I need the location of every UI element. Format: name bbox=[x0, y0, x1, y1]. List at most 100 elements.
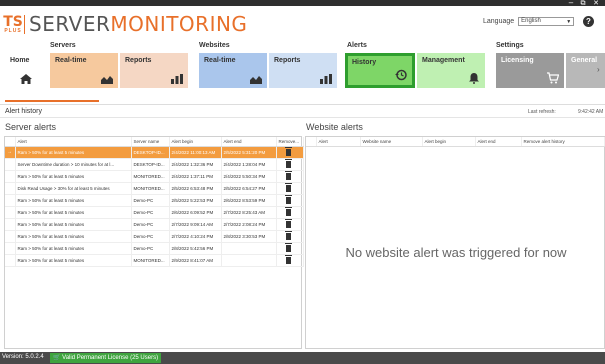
table-header: Alert Server name Alert begin Alert end … bbox=[5, 137, 304, 147]
language-selector: Language English ▼ bbox=[483, 17, 575, 26]
chevron-right-icon[interactable]: › bbox=[597, 65, 600, 74]
column-header[interactable]: Remove... bbox=[276, 137, 304, 147]
trash-icon[interactable] bbox=[284, 170, 292, 180]
license-badge[interactable]: 🛒 Valid Permanent License (25 Users) bbox=[50, 353, 162, 363]
cell-alert: Disk Read Usage > 30% for at least 5 min… bbox=[15, 182, 132, 195]
window-titlebar bbox=[0, 0, 605, 6]
trash-icon[interactable] bbox=[284, 242, 292, 252]
cart-icon bbox=[547, 72, 559, 84]
column-header[interactable] bbox=[5, 137, 16, 147]
cell-server: Demo-PC bbox=[131, 242, 170, 255]
trash-icon[interactable] bbox=[284, 146, 292, 156]
cell-begin: 2/6/2022 6:09:52 PM bbox=[169, 206, 222, 219]
group-websites: Websites bbox=[199, 42, 230, 49]
tile-website-realtime[interactable]: Real-time bbox=[199, 53, 267, 88]
cell-alert: Ram > 50% for at least 5 minutes bbox=[15, 218, 132, 231]
group-alerts: Alerts bbox=[347, 42, 367, 49]
cell-server: Demo-PC bbox=[131, 194, 170, 207]
table-row[interactable]: Ram > 50% for at least 5 minutes MONITOR… bbox=[5, 254, 304, 267]
remove-cell bbox=[276, 182, 304, 195]
column-header[interactable]: Alert end bbox=[221, 137, 277, 147]
empty-state-message: No website alert was triggered for now bbox=[345, 244, 567, 260]
tile-licensing[interactable]: Licensing bbox=[496, 53, 564, 88]
cart-icon: 🛒 bbox=[53, 355, 63, 361]
cell-alert: Ram > 50% for at least 5 minutes bbox=[15, 242, 132, 255]
column-header[interactable]: Server name bbox=[131, 137, 170, 147]
trash-icon[interactable] bbox=[284, 206, 292, 216]
restore-button[interactable]: ⧉ bbox=[578, 0, 588, 7]
cell-begin: 2/7/2022 9:09:14 AM bbox=[169, 218, 222, 231]
trash-icon[interactable] bbox=[284, 194, 292, 204]
cell-end: 2/8/2022 3:30:53 PM bbox=[221, 230, 277, 243]
remove-cell bbox=[276, 242, 304, 255]
table-row[interactable]: Ram > 50% for at least 5 minutes Demo-PC… bbox=[5, 230, 304, 243]
tile-home[interactable]: Home bbox=[5, 53, 36, 88]
cell-alert: Server Downtime duration > 10 minutes fo… bbox=[15, 158, 132, 171]
remove-cell bbox=[276, 170, 304, 183]
cell-alert: Ram > 50% for at least 5 minutes bbox=[15, 194, 132, 207]
cell-alert: Ram > 50% for at least 5 minutes bbox=[15, 254, 132, 267]
trash-icon[interactable] bbox=[284, 182, 292, 192]
trash-icon[interactable] bbox=[284, 218, 292, 228]
tile-website-reports[interactable]: Reports bbox=[269, 53, 337, 88]
app-name: SERVERMONITORING bbox=[29, 12, 248, 36]
cell-alert: Ram > 50% for at least 5 minutes bbox=[15, 170, 132, 183]
realtime-chart-icon bbox=[101, 76, 113, 84]
table-row[interactable]: Ram > 50% for at least 5 minutes MONITOR… bbox=[5, 170, 304, 183]
group-settings: Settings bbox=[496, 42, 524, 49]
cell-end: 2/4/2022 5:50:34 PM bbox=[221, 170, 277, 183]
close-button[interactable]: ✕ bbox=[591, 0, 601, 7]
cell-alert: Ram > 50% for at least 5 minutes bbox=[15, 230, 132, 243]
tile-alert-management[interactable]: Management bbox=[417, 53, 485, 88]
cell-server: DESKTOP-ID... bbox=[131, 158, 170, 171]
language-dropdown[interactable]: English ▼ bbox=[518, 17, 575, 26]
remove-cell bbox=[276, 206, 304, 219]
minimize-button[interactable]: − bbox=[566, 0, 576, 7]
cell-server: MONITORED... bbox=[131, 170, 170, 183]
tile-server-realtime[interactable]: Real-time bbox=[50, 53, 118, 88]
home-icon bbox=[20, 74, 32, 84]
cell-server: Demo-PC bbox=[131, 230, 170, 243]
row-indicator-icon: → bbox=[5, 146, 16, 159]
column-header[interactable]: Alert begin bbox=[169, 137, 222, 147]
table-row[interactable]: Ram > 50% for at least 5 minutes Demo-PC… bbox=[5, 218, 304, 231]
trash-icon[interactable] bbox=[284, 230, 292, 240]
help-icon[interactable]: ? bbox=[583, 16, 594, 27]
version-label: Version: 5.0.2.4 bbox=[2, 354, 44, 360]
section-underline bbox=[5, 100, 99, 102]
cell-alert: Ram > 50% for at least 5 minutes bbox=[15, 146, 132, 159]
remove-cell bbox=[276, 254, 304, 267]
group-servers: Servers bbox=[50, 42, 76, 49]
cell-end: 2/7/2022 2:08:24 PM bbox=[221, 218, 277, 231]
chevron-down-icon: ▼ bbox=[566, 19, 572, 25]
table-row[interactable]: Disk Read Usage > 30% for at least 5 min… bbox=[5, 182, 304, 195]
cell-end: 2/6/2022 8:53:59 PM bbox=[221, 194, 277, 207]
cell-begin: 2/4/2022 1:32:36 PM bbox=[169, 158, 222, 171]
bell-icon bbox=[469, 73, 479, 84]
remove-cell bbox=[276, 230, 304, 243]
column-header[interactable]: Alert bbox=[15, 137, 132, 147]
table-row[interactable]: Ram > 50% for at least 5 minutes Demo-PC… bbox=[5, 194, 304, 207]
divider bbox=[0, 104, 605, 105]
tile-server-reports[interactable]: Reports bbox=[120, 53, 188, 88]
trash-icon[interactable] bbox=[284, 158, 292, 168]
table-row[interactable]: → Ram > 50% for at least 5 minutes DESKT… bbox=[5, 146, 304, 159]
table-row[interactable]: Ram > 50% for at least 5 minutes Demo-PC… bbox=[5, 206, 304, 219]
history-clock-icon bbox=[395, 69, 407, 81]
table-row[interactable]: Server Downtime duration > 10 minutes fo… bbox=[5, 158, 304, 171]
tile-alert-history[interactable]: History bbox=[345, 53, 415, 88]
cell-server: DESKTOP-ID... bbox=[131, 146, 170, 159]
cell-server: Demo-PC bbox=[131, 206, 170, 219]
cell-server: Demo-PC bbox=[131, 218, 170, 231]
last-refresh-label: Last refresh: bbox=[528, 109, 556, 115]
cell-end bbox=[221, 242, 277, 255]
cell-begin: 2/5/2022 6:53:48 PM bbox=[169, 182, 222, 195]
server-alerts-table: Alert Server name Alert begin Alert end … bbox=[4, 136, 304, 349]
divider bbox=[0, 117, 605, 118]
trash-icon[interactable] bbox=[284, 254, 292, 264]
cell-end: 2/7/2022 8:25:43 AM bbox=[221, 206, 277, 219]
cell-server: MONITORED... bbox=[131, 182, 170, 195]
table-row[interactable]: Ram > 50% for at least 5 minutes Demo-PC… bbox=[5, 242, 304, 255]
app-logo: TS PLUS SERVERMONITORING bbox=[3, 12, 248, 36]
bar-chart-icon bbox=[320, 74, 332, 84]
